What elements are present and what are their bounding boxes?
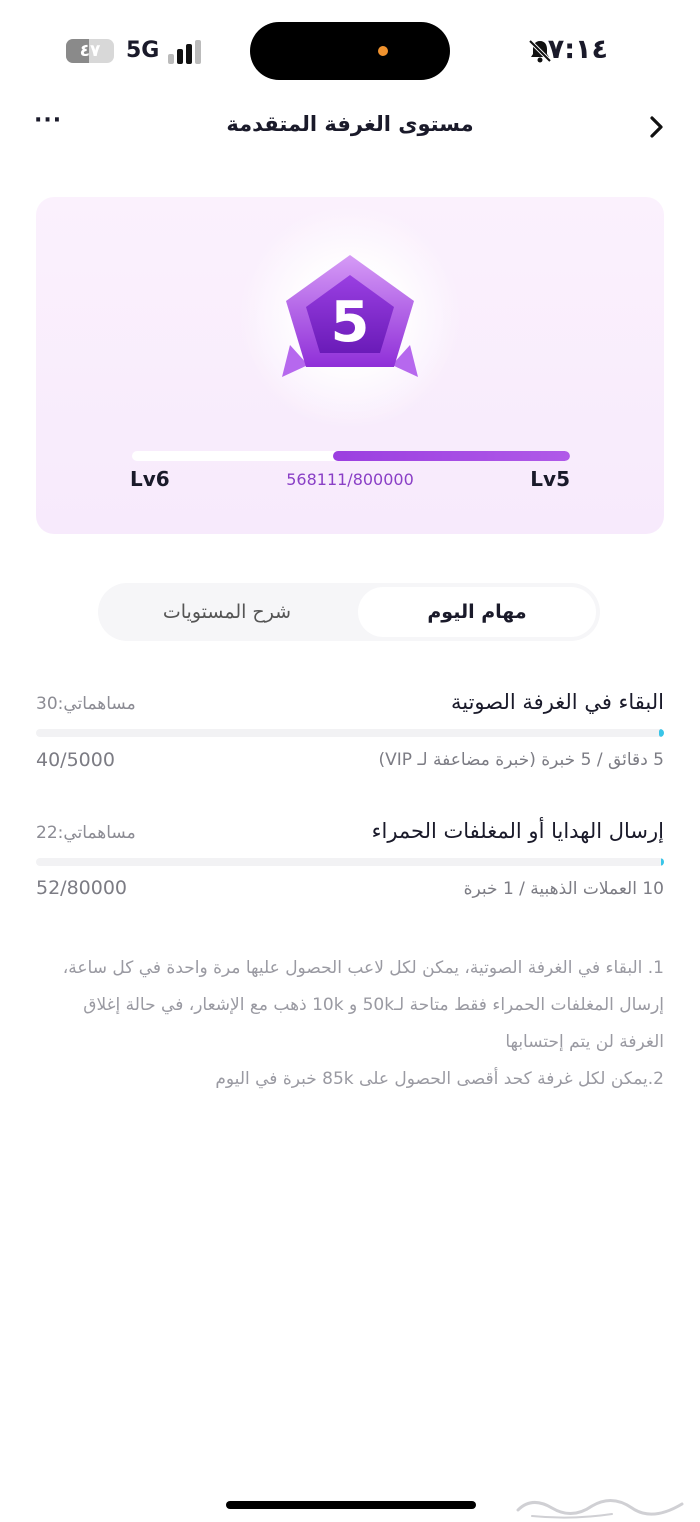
level-progress-fill [333,451,570,461]
rules-notes: 1. البقاء في الغرفة الصوتية، يمكن لكل لا… [56,950,664,1098]
clock: ٧:١٤ [547,34,608,65]
level-badge-icon: 5 [282,255,418,377]
network-type: 5G [126,38,160,63]
task-progress-bar [36,729,664,737]
dynamic-island [250,22,450,80]
privacy-indicator [378,46,388,56]
battery-icon: ٤٧ [66,39,114,63]
task-progress-fill [658,729,664,737]
current-level-label: Lv5 [530,467,570,491]
task-item: مساهماتي:22 إرسال الهدايا أو المغلفات ال… [36,818,664,908]
level-progress-bar [132,451,570,461]
note-item: 1. البقاء في الغرفة الصوتية، يمكن لكل لا… [62,958,664,1052]
badge-number: 5 [331,290,370,355]
task-progress-text: 40/5000 [36,749,115,771]
haraj-watermark-logo [516,1499,684,1519]
home-indicator[interactable] [226,1501,476,1509]
task-item: مساهماتي:30 البقاء في الغرفة الصوتية 40/… [36,688,664,778]
tab-bar: شرح المستويات مهام اليوم [98,583,600,641]
task-description: 5 دقائق / 5 خبرة (خبرة مضاعفة لـ VIP) [378,750,665,770]
task-progress-text: 52/80000 [36,877,128,899]
signal-icon [168,40,204,64]
note-item: 2.يمكن لكل غرفة كحد أقصى الحصول على 85k … [215,1069,664,1089]
battery-level: ٤٧ [79,41,101,61]
task-contribution: مساهماتي:30 [36,694,136,714]
level-card: 5 Lv6 568111/800000 Lv5 [36,197,664,534]
task-progress-fill [660,858,664,866]
task-contribution: مساهماتي:22 [36,823,136,843]
tab-level-explanation[interactable]: شرح المستويات [102,583,352,641]
task-progress-bar [36,858,664,866]
task-description: 10 العملات الذهبية / 1 خبرة [463,879,664,899]
task-title: البقاء في الغرفة الصوتية [450,690,664,714]
page-title: مستوى الغرفة المتقدمة [226,112,474,136]
task-title: إرسال الهدايا أو المغلفات الحمراء [371,819,664,843]
tab-daily-tasks[interactable]: مهام اليوم [358,587,596,637]
status-bar: ٤٧ 5G ٧:١٤ [0,0,700,100]
nav-bar: ··· مستوى الغرفة المتقدمة [0,100,700,156]
back-chevron-icon[interactable] [642,110,672,144]
